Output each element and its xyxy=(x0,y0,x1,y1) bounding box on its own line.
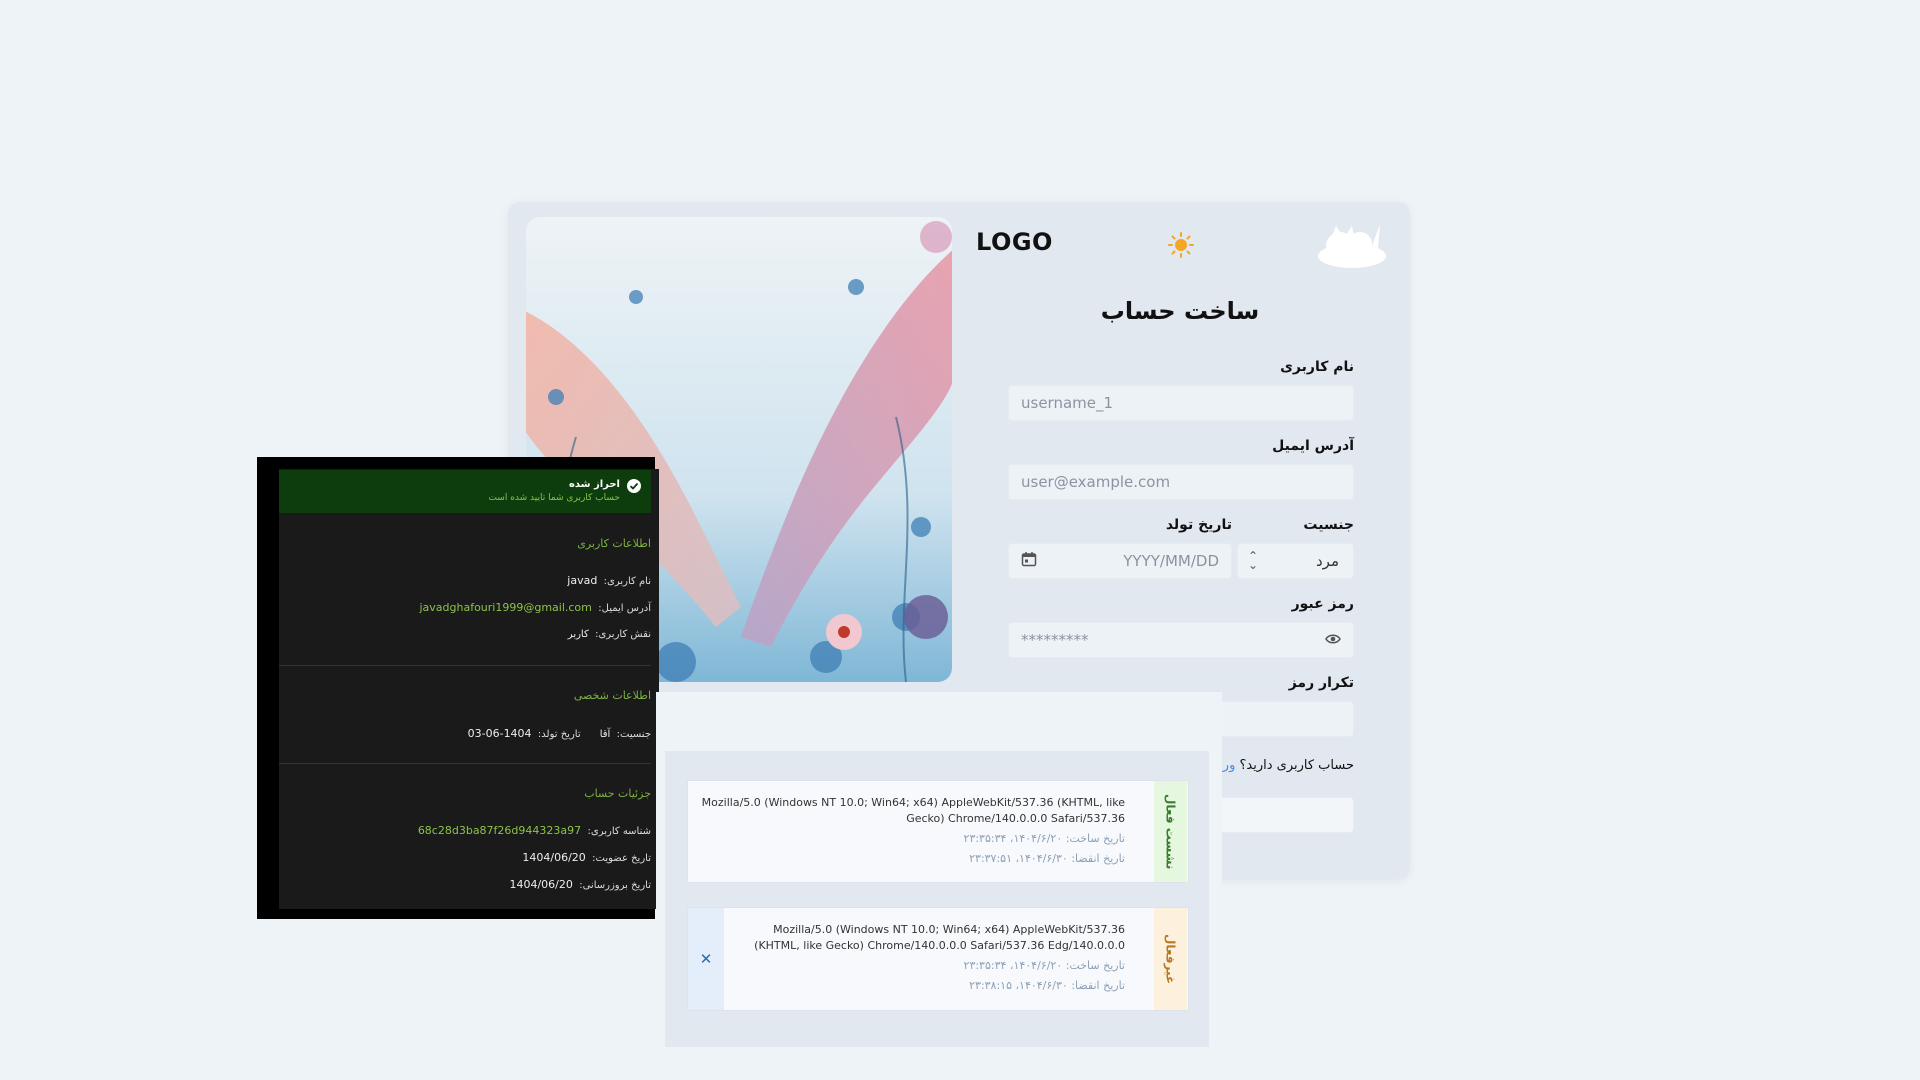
session-status-label: نشست فعال xyxy=(1163,793,1178,870)
user-info-username-row: نام کاربری: javad xyxy=(290,574,651,587)
birth-row-value: 1404-06-03 xyxy=(467,727,532,740)
page-title: ساخت حساب xyxy=(1100,297,1260,325)
session-status-label: غیرفعال xyxy=(1163,933,1178,985)
user-info-email-row: آدرس ایمیل: javadghafouri1999@gmail.com xyxy=(290,601,651,614)
gender-label: جنسیت xyxy=(1303,517,1354,533)
birthdate-placeholder: YYYY/MM/DD xyxy=(1123,552,1219,570)
verified-title: احراز شده xyxy=(568,479,620,490)
eye-icon[interactable] xyxy=(1325,631,1341,649)
id-row-value: 68c28d3ba87f26d944323a97 xyxy=(417,824,582,837)
logo: LOGO xyxy=(976,228,1053,256)
account-details-heading: جزئیات حساب xyxy=(584,787,651,800)
check-circle-icon xyxy=(626,478,642,494)
account-updated-row: تاریخ بروزرسانی: 1404/06/20 xyxy=(290,878,651,891)
confirm-password-label: تکرار رمز xyxy=(1288,675,1354,691)
profile-panel xyxy=(257,457,659,919)
birthdate-input[interactable]: YYYY/MM/DD xyxy=(1008,543,1232,579)
username-input[interactable]: username_1 xyxy=(1008,385,1354,421)
personal-info-row: جنسیت: آقا تاریخ تولد: 1404-06-03 xyxy=(290,727,651,740)
member-row-label: تاریخ عضویت: xyxy=(592,853,651,864)
updated-row-value: 1404/06/20 xyxy=(509,878,573,891)
user-info-role-row: نقش کاربری: کاربر xyxy=(290,629,651,640)
divider xyxy=(279,665,651,666)
role-row-label: نقش کاربری: xyxy=(595,629,651,640)
username-row-value: javad xyxy=(567,574,598,587)
session-status-tag: غیرفعال xyxy=(1154,908,1187,1010)
email-row-value: javadghafouri1999@gmail.com xyxy=(419,601,592,614)
member-row-value: 1404/06/20 xyxy=(522,851,586,864)
account-id-row: شناسه کاربری: 68c28d3ba87f26d944323a97 xyxy=(290,824,651,837)
personal-info-heading: اطلاعات شخصی xyxy=(573,689,651,702)
role-row-value: کاربر xyxy=(567,629,589,640)
username-placeholder: username_1 xyxy=(1021,394,1114,412)
divider xyxy=(279,763,651,764)
birthdate-label: تاریخ تولد xyxy=(1165,517,1232,533)
email-input[interactable]: user@example.com xyxy=(1008,464,1354,500)
session-status-tag: نشست فعال xyxy=(1154,781,1187,882)
verified-banner xyxy=(279,470,651,513)
chevron-up-down-icon: ⌃ ⌄ xyxy=(1248,549,1259,572)
username-label: نام کاربری xyxy=(1280,359,1354,375)
calendar-icon[interactable] xyxy=(1021,551,1037,571)
email-row-label: آدرس ایمیل: xyxy=(598,603,651,614)
email-label: آدرس ایمیل xyxy=(1272,438,1354,454)
close-icon[interactable]: ✕ xyxy=(688,908,724,1010)
login-prompt-text: حساب کاربری دارید؟ xyxy=(1239,758,1354,773)
password-label: رمز عبور xyxy=(1291,596,1354,612)
gender-select[interactable]: مرد ⌃ ⌄ xyxy=(1237,543,1354,579)
gender-row-label: جنسیت: xyxy=(616,729,651,740)
gender-row-value: آقا xyxy=(599,729,611,740)
gender-value: مرد xyxy=(1316,552,1339,570)
session-user-agent: Mozilla/5.0 (Windows NT 10.0; Win64; x64… xyxy=(701,796,1125,825)
password-value: ********* xyxy=(1021,631,1089,649)
password-input[interactable]: ********* xyxy=(1008,622,1354,658)
birth-row-label: تاریخ تولد: xyxy=(537,729,581,740)
cat-cloud-icon xyxy=(1316,222,1388,268)
sun-icon[interactable] xyxy=(1168,232,1194,258)
session-expires: تاریخ انقضا: ۱۴۰۴/۶/۳۰، ۲۳:۳۷:۵۱ xyxy=(969,852,1125,865)
updated-row-label: تاریخ بروزرسانی: xyxy=(579,880,651,891)
session-expires: تاریخ انقضا: ۱۴۰۴/۶/۳۰، ۲۳:۳۸:۱۵ xyxy=(969,979,1125,992)
session-created: تاریخ ساخت: ۱۴۰۴/۶/۲۰، ۲۳:۳۵:۳۴ xyxy=(963,832,1125,845)
id-row-label: شناسه کاربری: xyxy=(587,826,652,837)
verified-desc: حساب کاربری شما تایید شده است xyxy=(488,493,620,503)
session-user-agent: Mozilla/5.0 (Windows NT 10.0; Win64; x64… xyxy=(754,923,1125,952)
account-member-row: تاریخ عضویت: 1404/06/20 xyxy=(290,851,651,864)
email-placeholder: user@example.com xyxy=(1021,473,1171,491)
session-created: تاریخ ساخت: ۱۴۰۴/۶/۲۰، ۲۳:۳۵:۳۴ xyxy=(963,959,1125,972)
user-info-heading: اطلاعات کاربری xyxy=(577,537,651,550)
username-row-label: نام کاربری: xyxy=(603,576,651,587)
